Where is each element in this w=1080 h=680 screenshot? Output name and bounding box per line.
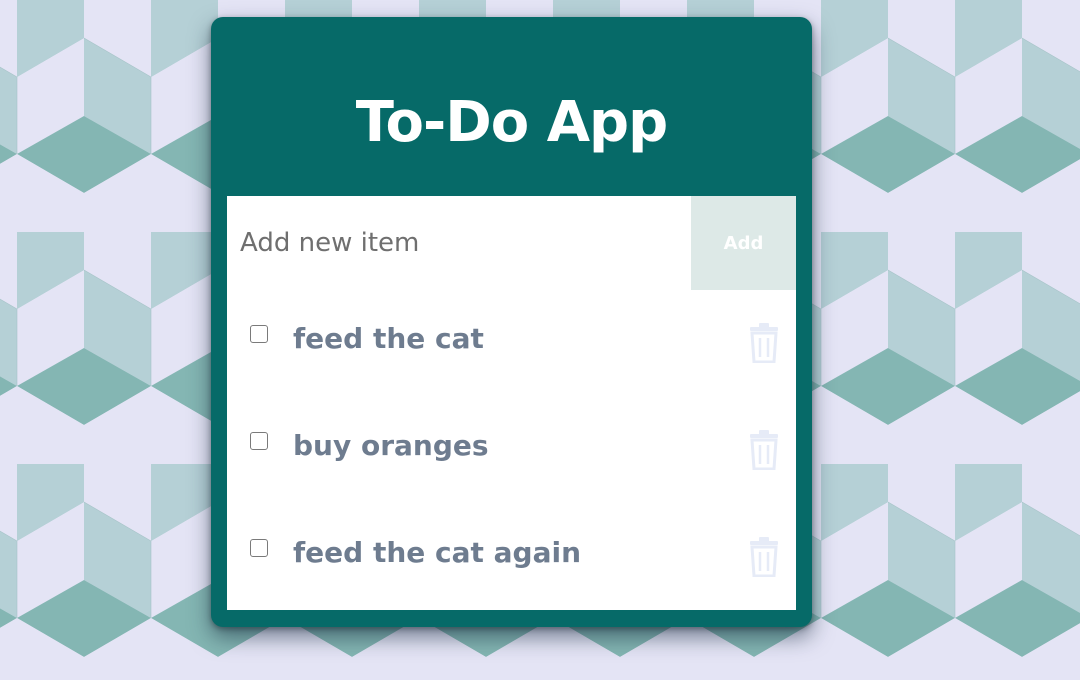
todo-list: feed the cat buy oranges feed the cat ag… (227, 290, 796, 611)
todo-card: To-Do App Add feed the cat (211, 17, 812, 627)
todo-item: feed the cat (227, 290, 796, 397)
checkbox-icon[interactable] (250, 539, 268, 557)
todo-text: feed the cat again (293, 536, 581, 569)
todo-item: feed the cat again (227, 504, 796, 611)
todo-text: buy oranges (293, 429, 489, 462)
trash-icon[interactable] (749, 537, 779, 577)
trash-icon[interactable] (749, 430, 779, 470)
checkbox-icon[interactable] (250, 325, 268, 343)
new-item-input[interactable] (227, 196, 691, 290)
add-button[interactable]: Add (691, 196, 796, 290)
app-title: To-Do App (355, 90, 668, 155)
checkbox-icon[interactable] (250, 432, 268, 450)
trash-icon[interactable] (749, 323, 779, 363)
todo-text: feed the cat (293, 322, 484, 355)
todo-item: buy oranges (227, 397, 796, 504)
todo-panel: Add feed the cat buy oranges (227, 196, 796, 610)
